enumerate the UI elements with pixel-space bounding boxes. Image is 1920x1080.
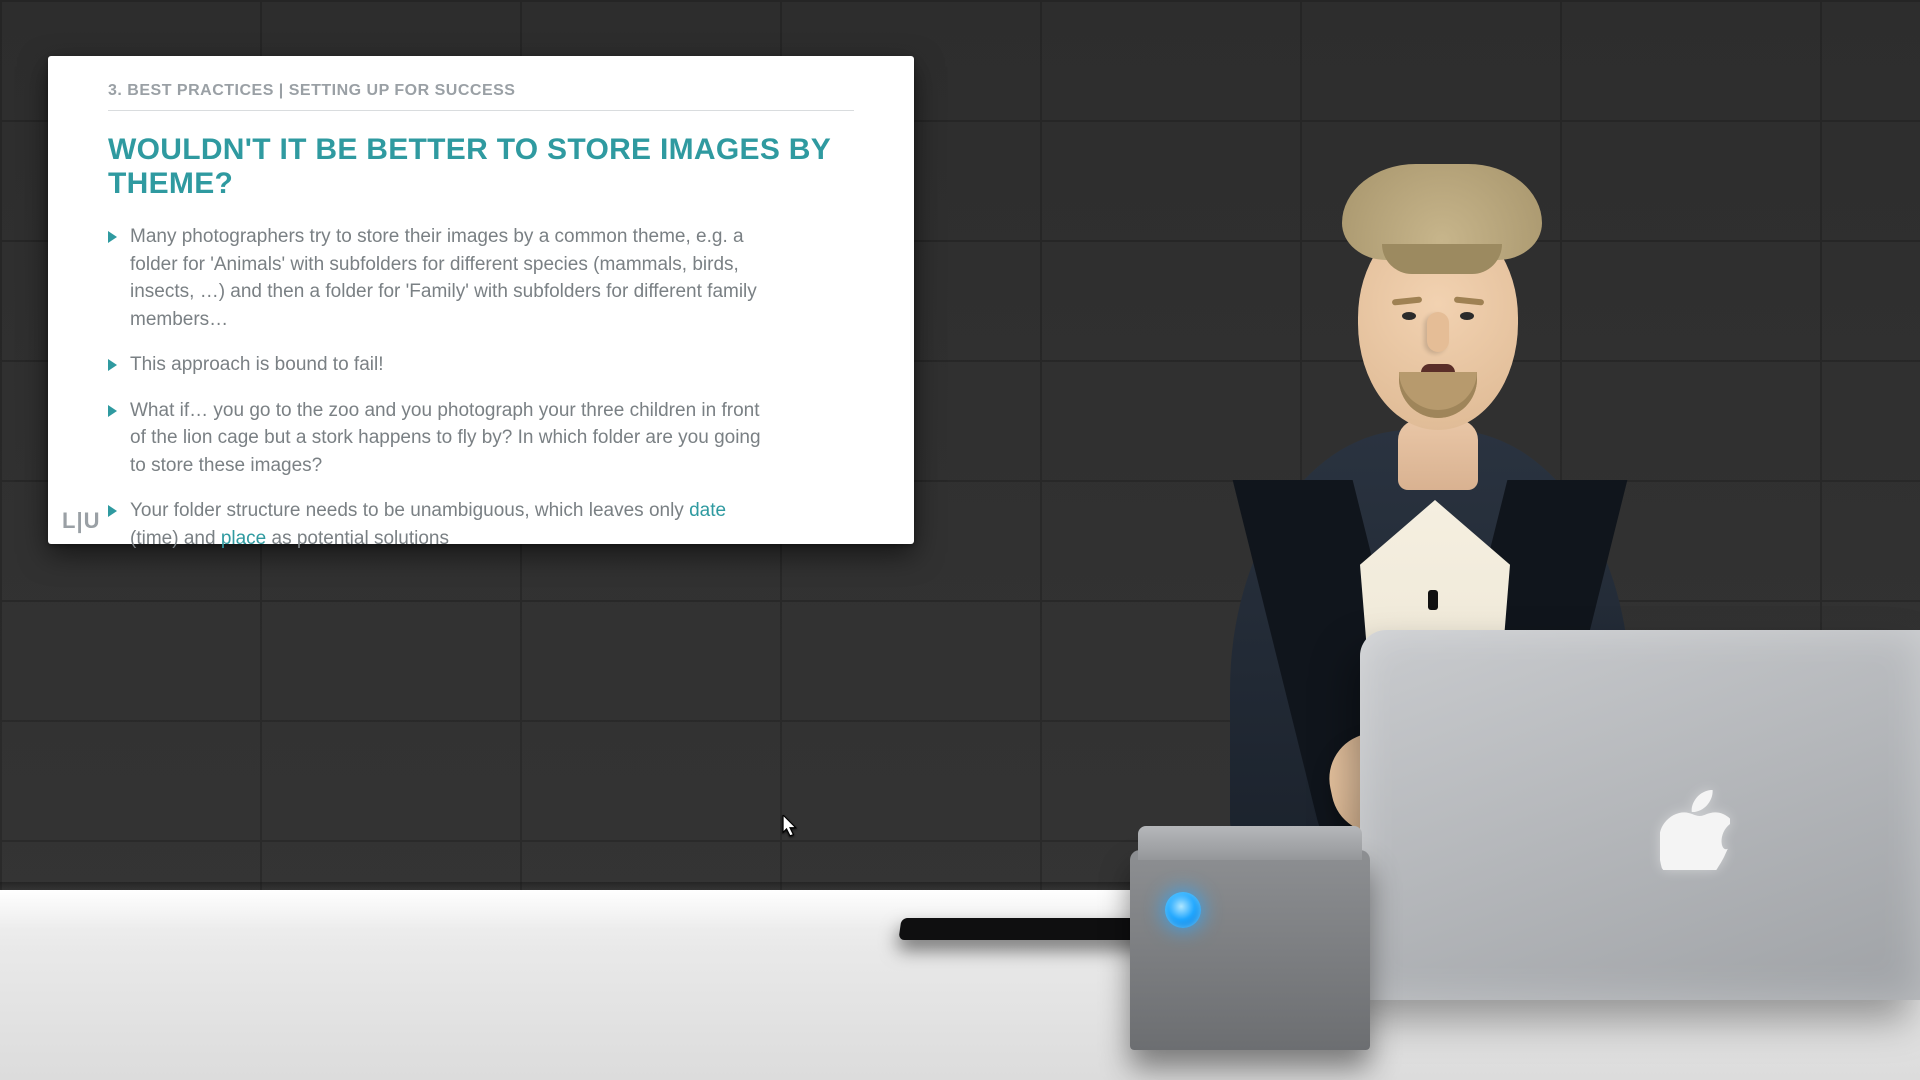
drive-power-led-icon xyxy=(1165,892,1201,928)
slide-bullet: Your folder structure needs to be unambi… xyxy=(108,497,770,552)
slide-title: WOULDN'T IT BE BETTER TO STORE IMAGES BY… xyxy=(108,133,854,201)
video-frame: 3. BEST PRACTICES | SETTING UP FOR SUCCE… xyxy=(0,0,1920,1080)
slide-breadcrumb: 3. BEST PRACTICES | SETTING UP FOR SUCCE… xyxy=(108,82,854,111)
highlight-date: date xyxy=(689,500,726,521)
bullet-text: (time) and xyxy=(130,528,221,549)
slide-logo: L|U xyxy=(62,508,100,534)
external-drive xyxy=(1130,850,1370,1050)
slide-bullet: This approach is bound to fail! xyxy=(108,351,770,379)
laptop-lid xyxy=(1360,630,1920,1000)
bullet-text: as potential solutions xyxy=(266,528,449,549)
apple-logo-icon xyxy=(1660,790,1730,870)
graphics-tablet xyxy=(898,918,1161,940)
slide-bullet: Many photographers try to store their im… xyxy=(108,223,770,333)
presentation-slide: 3. BEST PRACTICES | SETTING UP FOR SUCCE… xyxy=(48,56,914,544)
bullet-text: Your folder structure needs to be unambi… xyxy=(130,500,689,521)
highlight-place: place xyxy=(221,528,266,549)
slide-bullet: What if… you go to the zoo and you photo… xyxy=(108,397,770,480)
slide-bullet-list: Many photographers try to store their im… xyxy=(108,223,854,552)
